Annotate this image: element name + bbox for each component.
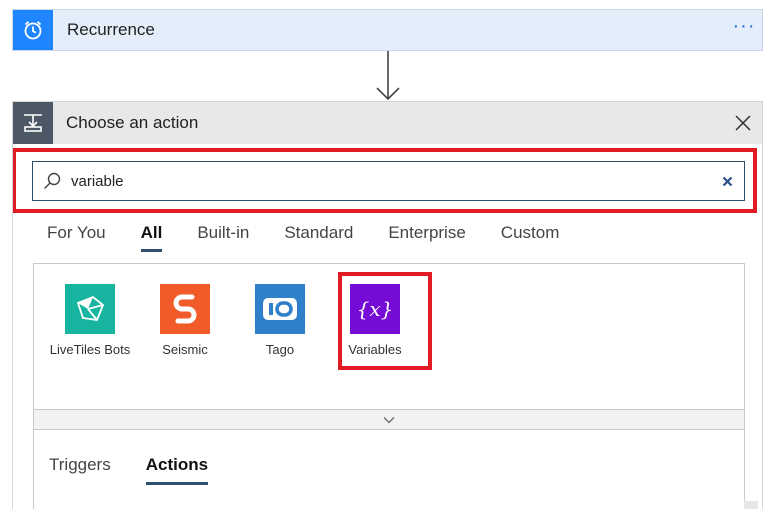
close-icon <box>735 115 751 131</box>
flow-arrow-down-icon <box>376 51 400 101</box>
connector-label: LiveTiles Bots <box>49 342 131 357</box>
search-icon <box>33 162 71 200</box>
search-connectors-box[interactable] <box>32 161 745 201</box>
livetiles-bots-icon <box>65 284 115 334</box>
action-panel-title: Choose an action <box>66 113 199 132</box>
tab-custom[interactable]: Custom <box>501 220 560 252</box>
tab-all[interactable]: All <box>140 220 162 252</box>
insert-step-icon <box>13 102 53 144</box>
connector-tago[interactable]: Tago <box>234 284 326 357</box>
clear-search-button[interactable] <box>710 176 744 187</box>
seismic-icon <box>160 284 210 334</box>
tago-icon <box>255 284 305 334</box>
tab-standard[interactable]: Standard <box>284 220 353 252</box>
alarm-clock-icon <box>13 10 53 50</box>
more-options-button[interactable]: ··· <box>726 16 762 36</box>
tab-for-you[interactable]: For You <box>47 220 106 252</box>
expand-connectors-button[interactable] <box>33 409 745 430</box>
connector-grid: LiveTiles Bots Seismic Tago {x} Variable… <box>33 263 745 410</box>
choose-action-panel: Choose an action For You All Built-in St… <box>12 101 763 509</box>
recurrence-title: Recurrence <box>67 20 155 39</box>
recurrence-trigger-card[interactable]: Recurrence ··· <box>12 9 763 51</box>
tab-triggers[interactable]: Triggers <box>49 453 111 485</box>
search-input[interactable] <box>71 163 710 199</box>
results-area: Triggers Actions <box>33 429 745 509</box>
tab-enterprise[interactable]: Enterprise <box>388 220 465 252</box>
result-tabs: Triggers Actions <box>49 453 243 485</box>
tab-actions[interactable]: Actions <box>145 453 209 485</box>
category-tabs: For You All Built-in Standard Enterprise… <box>47 220 594 252</box>
connector-seismic[interactable]: Seismic <box>139 284 231 357</box>
tab-built-in[interactable]: Built-in <box>197 220 249 252</box>
variables-highlight-annotation <box>338 272 432 370</box>
scrollbar[interactable] <box>744 501 758 509</box>
chevron-down-icon <box>383 416 395 423</box>
connector-livetiles-bots[interactable]: LiveTiles Bots <box>44 284 136 357</box>
close-button[interactable] <box>724 102 762 144</box>
action-panel-header: Choose an action <box>13 102 762 144</box>
connector-label: Seismic <box>162 342 208 357</box>
connector-label: Tago <box>265 342 295 357</box>
clear-x-icon <box>722 176 732 186</box>
